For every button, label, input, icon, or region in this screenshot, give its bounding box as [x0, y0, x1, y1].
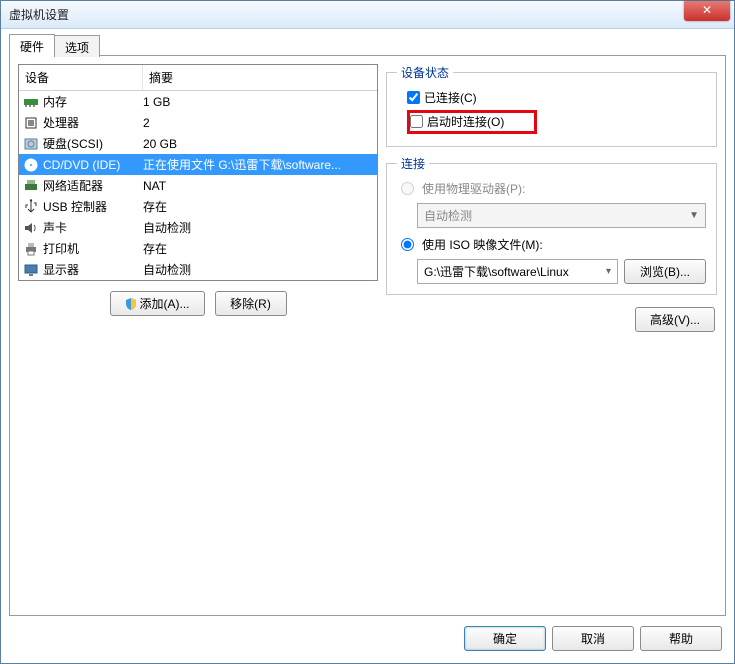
- chevron-down-icon: ▾: [606, 266, 611, 277]
- cancel-button[interactable]: 取消: [552, 626, 634, 651]
- close-button[interactable]: ✕: [684, 1, 730, 21]
- tab-strip: 硬件 选项: [9, 34, 726, 56]
- device-summary: NAT: [143, 179, 373, 193]
- device-summary: 20 GB: [143, 137, 373, 151]
- device-list-header: 设备 摘要: [19, 65, 377, 91]
- chevron-down-icon: ▼: [689, 210, 699, 221]
- device-name: 打印机: [43, 240, 143, 257]
- connected-checkbox[interactable]: [407, 91, 420, 104]
- connection-group: 连接 使用物理驱动器(P): 自动检测 ▼ 使用 ISO 映像文件(M):: [386, 155, 717, 295]
- browse-button[interactable]: 浏览(B)...: [624, 259, 706, 284]
- device-name: 硬盘(SCSI): [43, 135, 143, 152]
- titlebar: 虚拟机设置 ✕: [1, 1, 734, 29]
- device-row[interactable]: 网络适配器 NAT: [19, 175, 377, 196]
- device-row[interactable]: USB 控制器 存在: [19, 196, 377, 217]
- device-summary: 存在: [143, 240, 373, 257]
- advanced-button[interactable]: 高级(V)...: [635, 307, 715, 332]
- device-row[interactable]: 处理器 2: [19, 112, 377, 133]
- use-physical-label: 使用物理驱动器(P):: [422, 180, 525, 197]
- device-summary: 自动检测: [143, 219, 373, 236]
- net-icon: [23, 178, 39, 194]
- device-status-group: 设备状态 已连接(C) 启动时连接(O): [386, 64, 717, 147]
- help-button[interactable]: 帮助: [640, 626, 722, 651]
- connection-legend: 连接: [397, 155, 429, 172]
- connect-at-start-highlight: 启动时连接(O): [407, 110, 537, 134]
- device-summary: 2: [143, 116, 373, 130]
- use-iso-radio[interactable]: [401, 238, 414, 251]
- add-button[interactable]: 添加(A)...: [110, 291, 205, 316]
- device-status-legend: 设备状态: [397, 64, 453, 81]
- ok-button[interactable]: 确定: [464, 626, 546, 651]
- sound-icon: [23, 220, 39, 236]
- device-summary: 1 GB: [143, 95, 373, 109]
- connect-at-start-checkbox[interactable]: [410, 115, 423, 128]
- device-summary: 存在: [143, 198, 373, 215]
- device-list: 设备 摘要 内存 1 GB 处理器 2 硬盘(SCSI) 20 GB CD/DV…: [18, 64, 378, 281]
- use-physical-radio[interactable]: [401, 182, 414, 195]
- remove-button[interactable]: 移除(R): [215, 291, 287, 316]
- device-name: 声卡: [43, 219, 143, 236]
- connect-at-start-label: 启动时连接(O): [427, 113, 504, 130]
- device-name: CD/DVD (IDE): [43, 158, 143, 172]
- tab-options[interactable]: 选项: [54, 35, 100, 57]
- shield-icon: [125, 298, 137, 310]
- usb-icon: [23, 199, 39, 215]
- device-summary: 正在使用文件 G:\迅雷下载\software...: [143, 156, 373, 173]
- cpu-icon: [23, 115, 39, 131]
- device-name: 网络适配器: [43, 177, 143, 194]
- device-row[interactable]: 显示器 自动检测: [19, 259, 377, 280]
- memory-icon: [23, 94, 39, 110]
- vm-settings-window: 虚拟机设置 ✕ 硬件 选项 设备 摘要 内存 1 GB 处理器 2 硬盘(SCS…: [0, 0, 735, 664]
- device-row[interactable]: 硬盘(SCSI) 20 GB: [19, 133, 377, 154]
- window-title: 虚拟机设置: [9, 6, 684, 23]
- device-name: 显示器: [43, 261, 143, 278]
- device-row[interactable]: 声卡 自动检测: [19, 217, 377, 238]
- hdd-icon: [23, 136, 39, 152]
- display-icon: [23, 262, 39, 278]
- device-name: 内存: [43, 93, 143, 110]
- iso-path-select[interactable]: G:\迅雷下载\software\Linux ▾: [417, 259, 618, 284]
- device-summary: 自动检测: [143, 261, 373, 278]
- device-row[interactable]: 内存 1 GB: [19, 91, 377, 112]
- device-name: 处理器: [43, 114, 143, 131]
- device-row[interactable]: CD/DVD (IDE) 正在使用文件 G:\迅雷下载\software...: [19, 154, 377, 175]
- tab-hardware[interactable]: 硬件: [9, 34, 55, 56]
- col-device[interactable]: 设备: [19, 65, 143, 90]
- col-summary[interactable]: 摘要: [143, 65, 377, 90]
- physical-drive-select[interactable]: 自动检测 ▼: [417, 203, 706, 228]
- cd-icon: [23, 157, 39, 173]
- device-name: USB 控制器: [43, 198, 143, 215]
- connected-label: 已连接(C): [424, 89, 477, 106]
- use-iso-label: 使用 ISO 映像文件(M):: [422, 236, 543, 253]
- device-row[interactable]: 打印机 存在: [19, 238, 377, 259]
- printer-icon: [23, 241, 39, 257]
